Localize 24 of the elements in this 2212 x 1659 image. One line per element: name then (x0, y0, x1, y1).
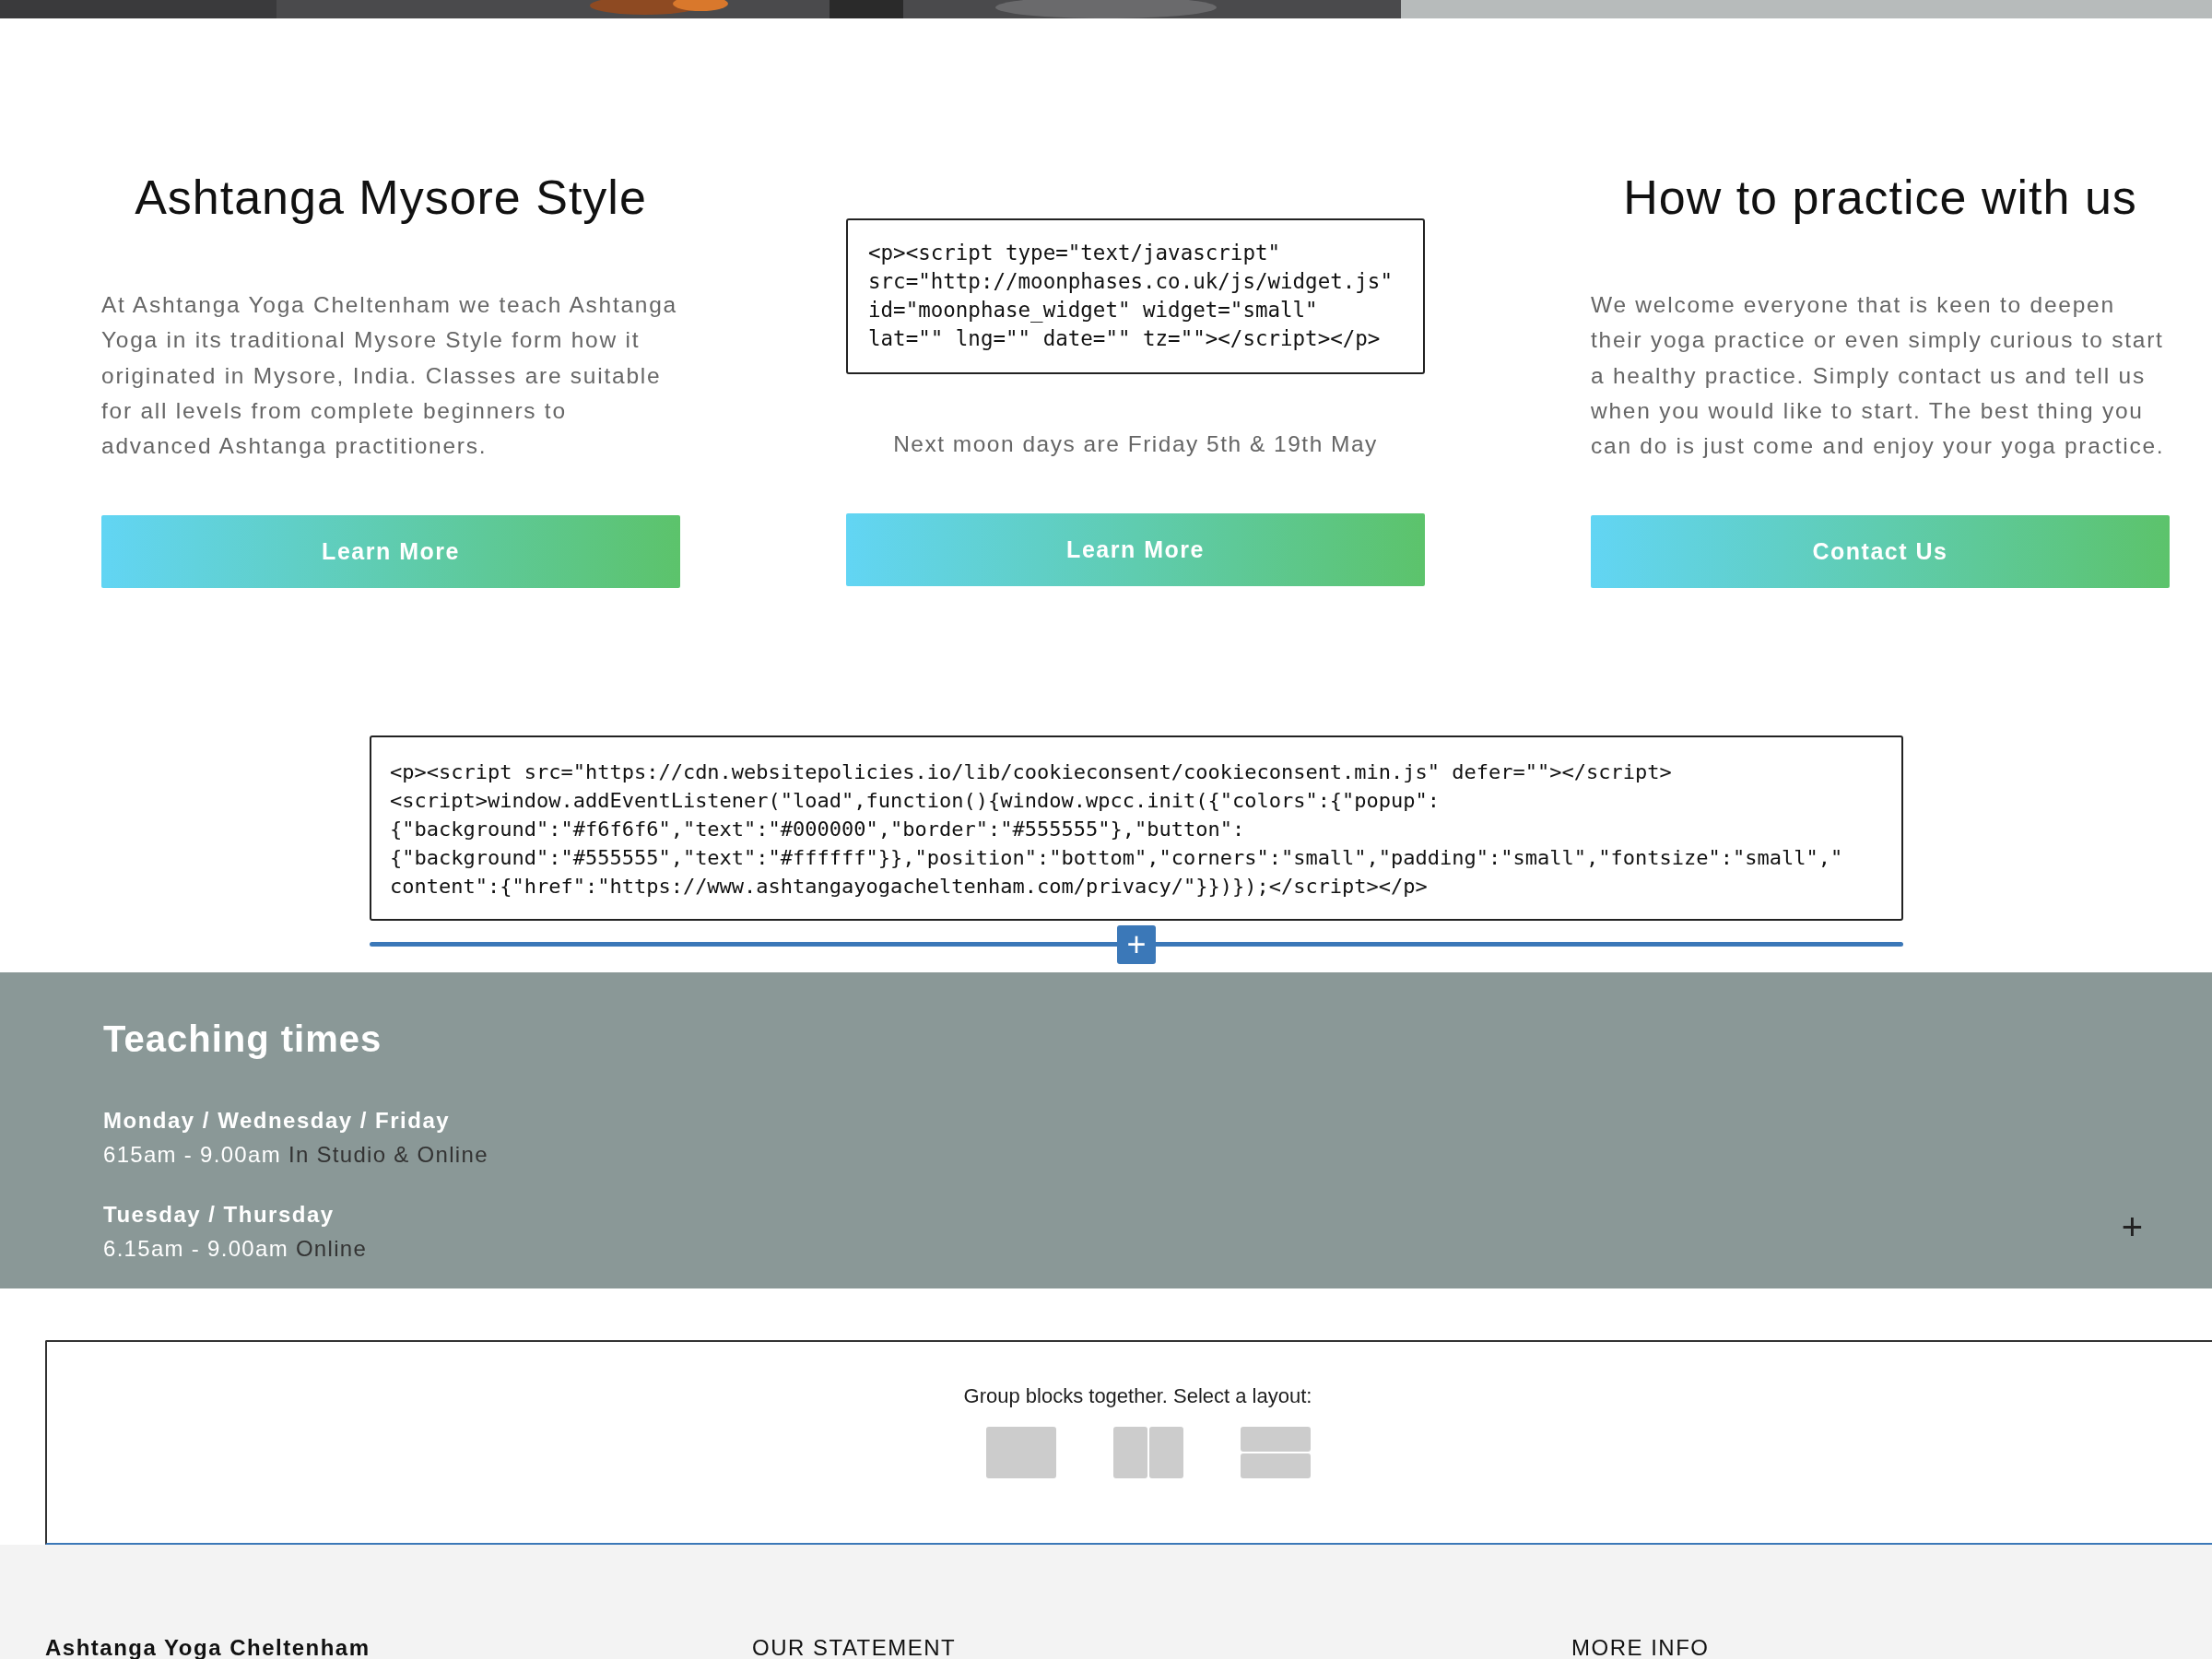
code-block: <p><script src="https://cdn.websitepolicies.io/lib/cookieconsent/cookieconsent.min.js" defer=""></script> <script>window.addEventListener("load",function(){window.wpcc.init({"colors":{"popup": {"background":"#f6f6f6","text":"#000000","border":"#555555"},"button": {"background":"#555555","text":"#ffffff"}},"position":"bottom","corners":"small","padding":"small","fontsize":"small"," content":{"href":"https://www.ashtangayogacheltenham.com/privacy/"}})});</script></p> (370, 735, 1903, 921)
two-row-layout-icon[interactable] (1240, 1427, 1311, 1478)
footer-heading: OUR STATEMENT (752, 1635, 957, 1659)
time-range: 6.15am - 9.00am (103, 1236, 288, 1261)
single-layout-icon[interactable] (985, 1427, 1056, 1478)
days-label: Monday / Wednesday / Friday (103, 1107, 451, 1135)
class-mode: Online (295, 1236, 368, 1261)
section-heading: How to practice with us (1622, 170, 2138, 225)
section-text: We welcome everyone that is keen to deepen their yoga practice or even simply curious to start a healthy practice. Simply contact us and tell us when you would like to start. The best thing you can do is just come and enjoy your yoga practice. (1591, 291, 2166, 461)
action-button[interactable]: Contact Us (1591, 515, 2170, 588)
two-column-layout-icon[interactable] (1112, 1427, 1183, 1478)
code-block: <p><script type="text/javascript" src="http://moonphases.co.uk/js/widget.js" id="moonphase_widget" widget="small" lat="" lng="" date="" tz=""></script></p> (846, 218, 1425, 374)
class-mode: In Studio & Online (288, 1142, 488, 1167)
action-button[interactable]: Learn More (101, 515, 680, 588)
section-text: At Ashtanga Yoga Cheltenham we teach Ashtanga Yoga in its traditional Mysore Style form how it originated in Mysore, India. Classes are suitable for all levels from complete beginners to advanced Ashtanga practitioners. (101, 291, 678, 461)
moon-days-text: Next moon days are Friday 5th & 19th May (892, 431, 1379, 458)
add-block-button[interactable]: + (1117, 925, 1156, 964)
group-prompt: Group blocks together. Select a layout: (963, 1384, 1312, 1408)
section-heading: Ashtanga Mysore Style (134, 170, 648, 225)
days-label: Tuesday / Thursday (103, 1201, 335, 1229)
footer-heading: MORE INFO (1571, 1635, 1710, 1659)
action-button[interactable]: Learn More (846, 513, 1425, 586)
teaching-title: Teaching times (103, 1018, 383, 1061)
time-range: 615am - 9.00am (103, 1142, 281, 1167)
